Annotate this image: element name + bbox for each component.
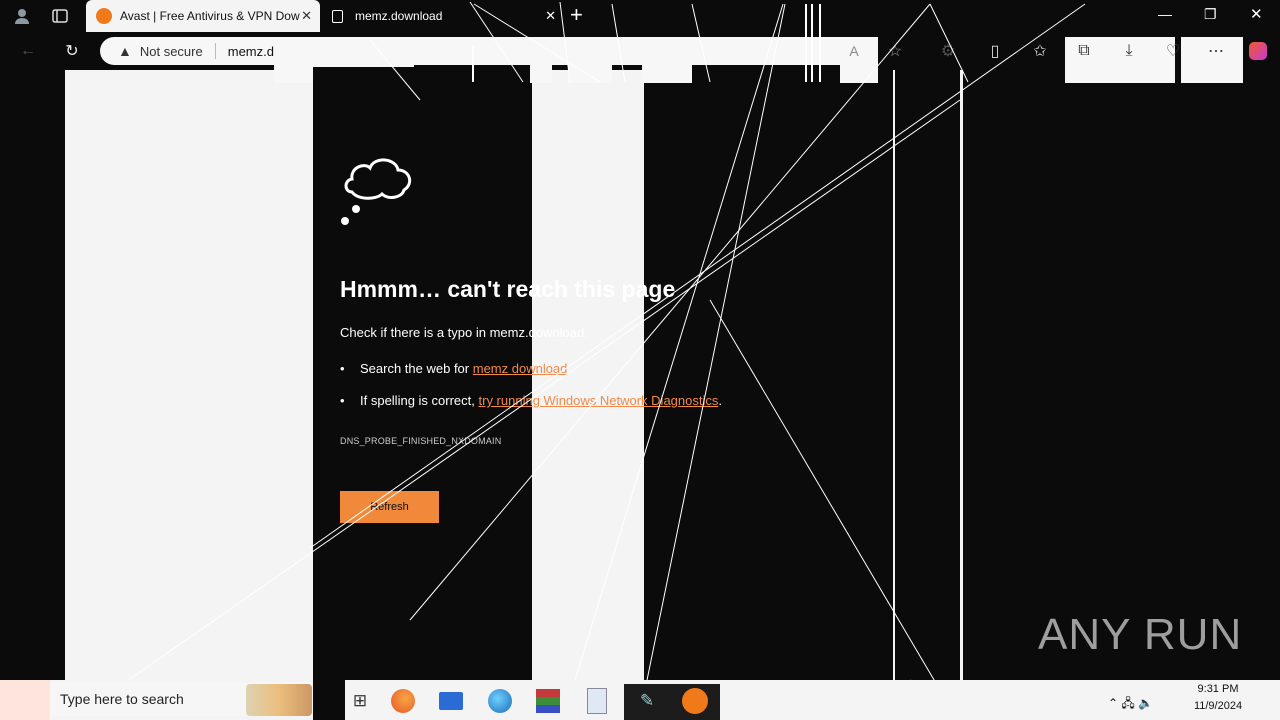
clock-date: 11/9/2024: [1193, 700, 1243, 712]
notepad-icon[interactable]: [582, 686, 612, 716]
glitch-stripe: [313, 680, 345, 720]
winrar-icon[interactable]: [533, 686, 563, 716]
edge-taskbar-icon[interactable]: [388, 686, 418, 716]
task-view-icon[interactable]: ⊞: [345, 686, 375, 716]
firefox-icon[interactable]: [485, 686, 515, 716]
clock-time: 9:31 PM: [1197, 683, 1239, 695]
avast-taskbar-icon[interactable]: [680, 686, 710, 716]
pen-app-icon[interactable]: ✎: [632, 686, 662, 716]
file-explorer-icon[interactable]: [436, 686, 466, 716]
glitch-stripe: [0, 680, 50, 720]
taskbar-clock[interactable]: 9:31 PM 11/9/2024: [1180, 681, 1256, 715]
anyrun-watermark: ANY RUN: [1038, 610, 1243, 659]
search-highlight-icon: [246, 684, 312, 716]
system-tray-icons[interactable]: ⌃ 🖧 🔈: [1108, 694, 1153, 715]
search-placeholder[interactable]: Type here to search: [60, 691, 184, 707]
